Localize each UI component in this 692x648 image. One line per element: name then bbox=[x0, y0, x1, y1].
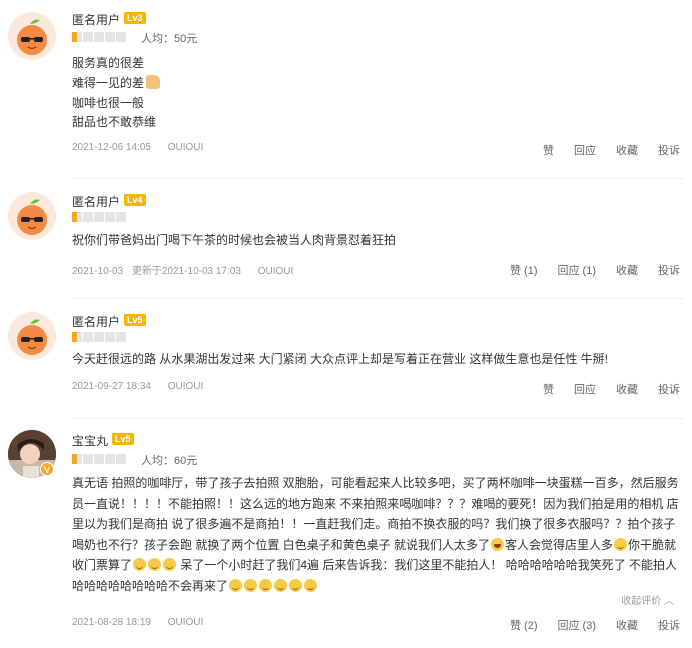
sweat-emoji-icon bbox=[614, 537, 628, 551]
star-icon bbox=[105, 332, 115, 342]
review-text: 真无语 拍照的咖啡厅，带了孩子去拍照 双胞胎，可能看起来人比较多吧，买了两杯咖啡… bbox=[72, 473, 684, 596]
report-button[interactable]: 投诉 bbox=[658, 617, 680, 633]
review-text-part: 客人会觉得店里人多 bbox=[505, 537, 614, 552]
shop-name[interactable]: OUIOUI bbox=[168, 617, 204, 628]
star-rating bbox=[72, 212, 126, 222]
favorite-button[interactable]: 收藏 bbox=[616, 617, 638, 633]
review-line: 难得一见的差 bbox=[72, 73, 161, 93]
username[interactable]: 宝宝丸 bbox=[72, 432, 108, 449]
review-meta: 2021-09-27 18:34 OUIOUI bbox=[72, 381, 211, 392]
reply-button[interactable]: 回应 bbox=[574, 381, 596, 397]
like-button[interactable]: 赞 bbox=[543, 381, 554, 397]
star-icon bbox=[83, 332, 93, 342]
review-text: 祝你们带爸妈出门喝下午茶的时候也会被当人肉背景怼着狂拍 bbox=[72, 233, 397, 247]
average-price: 人均：60元 bbox=[141, 455, 198, 467]
smile-emoji-icon bbox=[304, 578, 318, 592]
star-icon bbox=[94, 32, 104, 42]
updated-time: 更新于2021-10-03 17:03 bbox=[131, 266, 241, 277]
reply-button[interactable]: 回应 (3) bbox=[558, 617, 597, 633]
divider bbox=[72, 418, 684, 419]
star-icon bbox=[105, 454, 115, 464]
star-icon bbox=[105, 212, 115, 222]
smile-emoji-icon bbox=[244, 578, 258, 592]
like-button[interactable]: 赞 bbox=[543, 142, 554, 158]
review-line-text: 难得一见的差 bbox=[72, 76, 145, 90]
avatar[interactable] bbox=[8, 192, 56, 240]
like-button[interactable]: 赞 (1) bbox=[510, 262, 538, 278]
level-badge: Lv3 bbox=[124, 12, 146, 24]
shop-name[interactable]: OUIOUI bbox=[168, 142, 204, 153]
avatar[interactable] bbox=[8, 312, 56, 360]
star-icon bbox=[72, 212, 82, 222]
collapse-review-button[interactable]: 收起评价 ︿ bbox=[621, 592, 674, 607]
star-icon bbox=[116, 32, 126, 42]
star-icon bbox=[94, 212, 104, 222]
review-date: 2021-10-03 bbox=[72, 266, 124, 277]
review-date: 2021-08-28 18:19 bbox=[72, 617, 151, 628]
laughing-emoji-icon bbox=[491, 537, 505, 551]
smile-emoji-icon bbox=[163, 558, 177, 571]
smile-emoji-icon bbox=[259, 578, 273, 592]
divider bbox=[72, 178, 684, 179]
favorite-button[interactable]: 收藏 bbox=[616, 262, 638, 278]
report-button[interactable]: 投诉 bbox=[658, 142, 680, 158]
star-icon bbox=[83, 454, 93, 464]
review-actions: 赞 回应 收藏 投诉 bbox=[523, 142, 680, 158]
thumbs-up-icon bbox=[146, 75, 161, 89]
username[interactable]: 匿名用户 bbox=[72, 313, 120, 330]
smile-emoji-icon bbox=[274, 578, 288, 592]
review-text: 今天赶很远的路 从水果湖出发过来 大门紧闭 大众点评上却是写着正在营业 这样做生… bbox=[72, 352, 609, 366]
report-button[interactable]: 投诉 bbox=[658, 262, 680, 278]
reply-button[interactable]: 回应 (1) bbox=[558, 262, 597, 278]
orange-avatar-icon bbox=[8, 12, 56, 60]
star-icon bbox=[72, 332, 82, 342]
shop-name[interactable]: OUIOUI bbox=[258, 266, 294, 277]
star-rating bbox=[72, 332, 126, 342]
username[interactable]: 匿名用户 bbox=[72, 193, 120, 210]
reply-button[interactable]: 回应 bbox=[574, 142, 596, 158]
favorite-button[interactable]: 收藏 bbox=[616, 381, 638, 397]
smile-emoji-icon bbox=[148, 558, 162, 571]
divider bbox=[72, 298, 684, 299]
star-icon bbox=[116, 212, 126, 222]
report-button[interactable]: 投诉 bbox=[658, 381, 680, 397]
smile-emoji-icon bbox=[229, 578, 243, 592]
avatar[interactable] bbox=[8, 12, 56, 60]
star-icon bbox=[116, 332, 126, 342]
review-actions: 赞 回应 收藏 投诉 bbox=[523, 381, 680, 397]
review-actions: 赞 (1) 回应 (1) 收藏 投诉 bbox=[490, 262, 680, 278]
username[interactable]: 匿名用户 bbox=[72, 11, 120, 28]
verified-badge-icon: V bbox=[40, 462, 54, 476]
review-line: 服务真的很差 bbox=[72, 56, 145, 70]
review-date: 2021-09-27 18:34 bbox=[72, 381, 151, 392]
average-price: 人均：50元 bbox=[141, 33, 198, 45]
level-badge: Lv4 bbox=[124, 194, 146, 206]
smile-emoji-icon bbox=[289, 578, 303, 592]
level-badge: Lv5 bbox=[112, 433, 134, 445]
review-date: 2021-12-06 14:05 bbox=[72, 142, 151, 153]
star-icon bbox=[83, 212, 93, 222]
level-badge: Lv5 bbox=[124, 314, 146, 326]
review-line: 甜品也不敢恭维 bbox=[72, 115, 157, 129]
review-meta: 2021-08-28 18:19 OUIOUI bbox=[72, 617, 211, 628]
star-icon bbox=[83, 32, 93, 42]
star-icon bbox=[72, 32, 82, 42]
star-icon bbox=[94, 454, 104, 464]
star-icon bbox=[105, 32, 115, 42]
star-icon bbox=[94, 332, 104, 342]
like-button[interactable]: 赞 (2) bbox=[510, 617, 538, 633]
review-meta: 2021-12-06 14:05 OUIOUI bbox=[72, 142, 211, 153]
favorite-button[interactable]: 收藏 bbox=[616, 142, 638, 158]
smile-emoji-icon bbox=[133, 558, 147, 571]
shop-name[interactable]: OUIOUI bbox=[168, 381, 204, 392]
review-meta: 2021-10-03 更新于2021-10-03 17:03 OUIOUI bbox=[72, 262, 301, 277]
star-rating bbox=[72, 32, 126, 42]
orange-avatar-icon bbox=[8, 312, 56, 360]
star-icon bbox=[116, 454, 126, 464]
star-icon bbox=[72, 454, 82, 464]
review-line: 咖啡也很一般 bbox=[72, 96, 145, 110]
review-actions: 赞 (2) 回应 (3) 收藏 投诉 bbox=[490, 617, 680, 633]
orange-avatar-icon bbox=[8, 192, 56, 240]
star-rating bbox=[72, 454, 126, 464]
